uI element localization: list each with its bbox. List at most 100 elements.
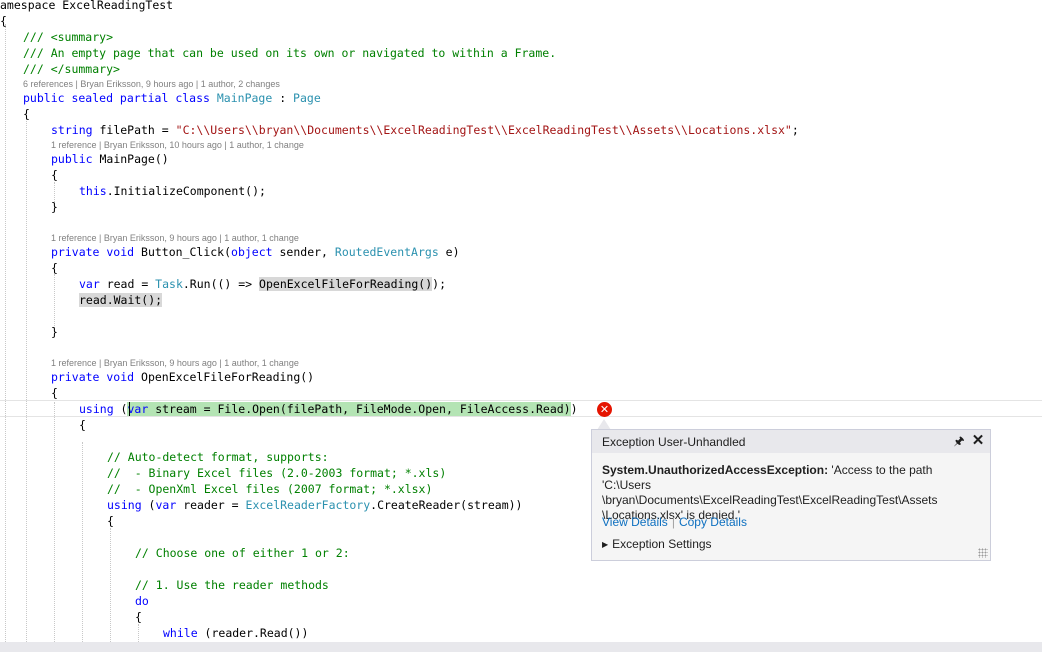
codelens-class[interactable]: 6 references | Bryan Eriksson, 9 hours a… [23, 78, 280, 90]
code-line[interactable]: // 1. Use the reader methods [135, 577, 329, 593]
pin-icon[interactable]: 🖈 [952, 433, 966, 449]
copy-details-link[interactable]: Copy Details [679, 515, 747, 529]
keyword: private void [51, 370, 135, 384]
brace: { [51, 386, 58, 400]
view-details-link[interactable]: View Details [602, 515, 668, 529]
brace: { [51, 168, 58, 182]
code-line[interactable]: // - Binary Excel files (2.0-2003 format… [107, 465, 446, 481]
class-name: MainPage [216, 91, 273, 105]
keyword: this [79, 184, 107, 198]
close-icon[interactable]: ✕ [971, 433, 985, 449]
punctuation: ); [432, 277, 446, 291]
code-line[interactable]: { [51, 167, 58, 183]
keyword: string [51, 123, 93, 137]
code-line[interactable]: /// <summary> [23, 29, 113, 45]
code-line[interactable]: amespace ExcelReadingTest [0, 0, 173, 13]
code-editor[interactable]: amespace ExcelReadingTest { /// <summary… [0, 0, 1042, 652]
code-line[interactable]: } [51, 199, 58, 215]
resize-grip-icon[interactable] [978, 548, 988, 558]
text-caret [129, 402, 130, 416]
code-line[interactable]: { [23, 106, 30, 122]
code-line[interactable]: private void OpenExcelFileForReading() [51, 369, 314, 385]
code-line[interactable]: // Auto-detect format, supports: [107, 449, 329, 465]
string-literal: "C:\\Users\\bryan\\Documents\\ExcelReadi… [175, 123, 792, 137]
variable: read = [99, 277, 156, 291]
codelens-click[interactable]: 1 reference | Bryan Eriksson, 9 hours ag… [51, 232, 299, 244]
method-name: OpenExcelFileForReading() [134, 370, 315, 384]
exception-settings-expander[interactable]: ▶ Exception Settings [602, 537, 712, 551]
comment: // - Binary Excel files (2.0-2003 format… [107, 466, 447, 480]
variable: reader = [176, 498, 246, 512]
type-name: RoutedEventArgs [334, 245, 439, 259]
code-line[interactable]: // - OpenXml Excel files (2007 format; *… [107, 481, 432, 497]
indent-guide [110, 528, 111, 642]
indent-guide [5, 24, 6, 642]
keyword: var [79, 277, 100, 291]
keyword: using [107, 498, 142, 512]
keyword: object [231, 245, 273, 259]
brace: } [51, 325, 58, 339]
indent-guide [138, 624, 139, 642]
code-line[interactable]: while (reader.Read()) [163, 625, 308, 641]
code-line[interactable]: do [135, 593, 149, 609]
code-line[interactable]: } [51, 324, 58, 340]
keyword: do [135, 594, 149, 608]
popup-header: Exception User-Unhandled 🖈 ✕ [592, 430, 990, 453]
exception-settings-label: Exception Settings [612, 537, 712, 551]
indent-guide [54, 402, 55, 642]
error-icon[interactable]: ✕ [597, 402, 612, 417]
condition: (reader.Read()) [197, 626, 309, 640]
exception-text: \bryan\Documents\ExcelReadingTest\ExcelR… [602, 493, 938, 507]
code-line[interactable]: public sealed partial class MainPage : P… [23, 90, 321, 106]
code-line[interactable]: this.InitializeComponent(); [79, 183, 266, 199]
code-line[interactable]: /// </summary> [23, 61, 120, 77]
statement: stream = File.Open(filePath, FileMode.Op… [148, 402, 571, 416]
brace: { [107, 514, 114, 528]
code-line[interactable]: { [51, 260, 58, 276]
indent-guide [82, 442, 83, 642]
horizontal-scrollbar[interactable] [0, 642, 1042, 652]
code-line[interactable]: using (var reader = ExcelReaderFactory.C… [107, 497, 522, 513]
code-line[interactable]: private void Button_Click(object sender,… [51, 244, 460, 260]
exception-message: System.UnauthorizedAccessException: 'Acc… [602, 463, 982, 523]
punctuation: ) [570, 402, 578, 416]
method-call: .InitializeComponent(); [106, 184, 266, 198]
punctuation: ( [141, 498, 156, 512]
code-line[interactable]: var read = Task.Run(() => OpenExcelFileF… [79, 276, 446, 292]
brace: { [135, 610, 142, 624]
expand-arrow-icon: ▶ [602, 540, 609, 549]
keyword: while [163, 626, 198, 640]
namespace-declaration: amespace ExcelReadingTest [0, 0, 174, 12]
keyword: public [51, 152, 93, 166]
exception-highlight: var stream = File.Open(filePath, FileMod… [127, 402, 571, 416]
code-line[interactable]: public MainPage() [51, 151, 169, 167]
code-line-current[interactable]: using (var stream = File.Open(filePath, … [79, 401, 578, 417]
punctuation: ( [113, 402, 128, 416]
brace: { [23, 107, 30, 121]
parameter: e) [438, 245, 460, 259]
code-line[interactable]: { [79, 417, 86, 433]
code-line[interactable]: { [135, 609, 142, 625]
code-line[interactable]: /// An empty page that can be used on it… [23, 45, 556, 61]
exception-popup[interactable]: Exception User-Unhandled 🖈 ✕ System.Unau… [591, 429, 991, 561]
keyword: public sealed partial class [23, 91, 217, 105]
code-line[interactable]: { [0, 13, 7, 29]
code-line[interactable]: read.Wait(); [79, 292, 163, 308]
comment: // Choose one of either 1 or 2: [135, 546, 350, 560]
brace: { [51, 261, 58, 275]
method-name: MainPage() [92, 152, 169, 166]
keyword: var [127, 402, 149, 416]
base-type: Page [293, 91, 321, 105]
brace: } [51, 200, 58, 214]
keyword: var [155, 498, 177, 512]
code-line[interactable]: // Choose one of either 1 or 2: [135, 545, 350, 561]
codelens-open[interactable]: 1 reference | Bryan Eriksson, 9 hours ag… [51, 357, 299, 369]
code-line[interactable]: { [51, 385, 58, 401]
type-name: Task [155, 277, 183, 291]
code-line[interactable]: string filePath = "C:\\Users\\bryan\\Doc… [51, 122, 799, 138]
code-line[interactable]: { [107, 513, 114, 529]
codelens-ctor[interactable]: 1 reference | Bryan Eriksson, 10 hours a… [51, 139, 304, 151]
method-name: Button_Click( [134, 245, 232, 259]
highlighted-call: read.Wait(); [79, 293, 163, 307]
keyword: private void [51, 245, 135, 259]
